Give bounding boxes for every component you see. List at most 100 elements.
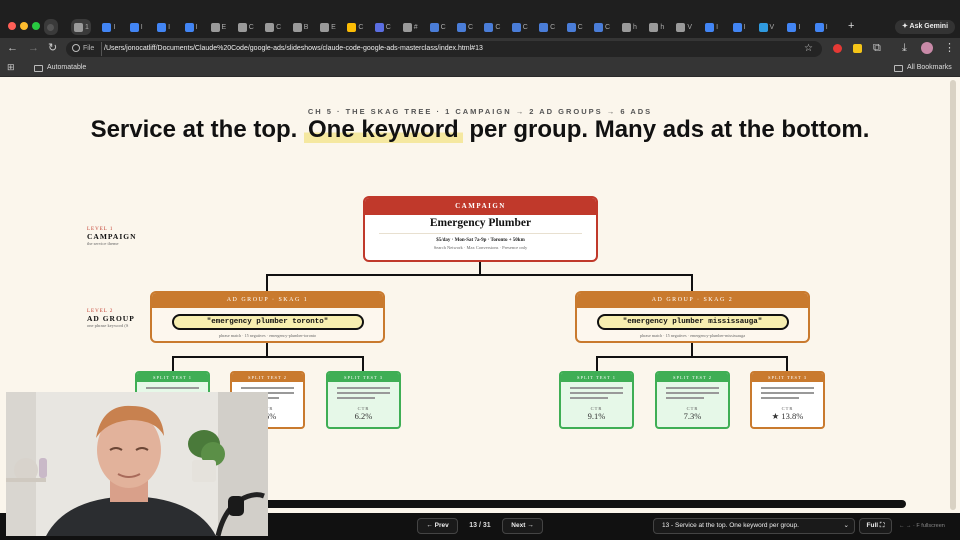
browser-tab[interactable]: h (647, 19, 667, 35)
tab-title: # (413, 23, 418, 31)
browser-tab[interactable]: C (482, 19, 502, 35)
tab-title: C (604, 23, 611, 31)
next-button[interactable]: Next → (502, 518, 543, 534)
new-tab-button[interactable]: + (848, 21, 854, 32)
browser-tab[interactable]: C (510, 19, 530, 35)
browser-tab[interactable]: B (291, 19, 311, 35)
ctr-value: 6.2% (354, 411, 373, 421)
browser-tab[interactable]: C (345, 19, 365, 35)
tab-favicon (676, 22, 686, 32)
ad-text-line (666, 397, 704, 399)
page-scrollbar[interactable] (950, 80, 956, 510)
download-icon[interactable]: ⤓ (902, 43, 907, 54)
tab-title: C (467, 23, 474, 31)
doc-icon (456, 22, 466, 32)
browser-tab[interactable]: C (263, 19, 283, 35)
browser-tab[interactable]: I (811, 19, 831, 35)
close-window-button[interactable] (8, 22, 16, 30)
browser-tab[interactable]: h (619, 19, 639, 35)
bookmark-folder-automatable[interactable]: Automatable (47, 64, 86, 71)
tab-title: E (221, 23, 227, 31)
browser-tab[interactable]: C (373, 19, 393, 35)
tab-favicon (402, 22, 412, 32)
browser-tab[interactable]: V (674, 19, 694, 35)
browser-tab[interactable]: I (99, 19, 119, 35)
fullscreen-button[interactable]: Full ⛶ (859, 518, 892, 534)
ad-group-details: phrase match · 15 negatives · emergency-… (639, 333, 746, 338)
browser-tab[interactable]: I (702, 19, 722, 35)
url-text[interactable]: /Users/jonocatliff/Documents/Claude%20Co… (104, 45, 483, 52)
browser-tab[interactable]: C (428, 19, 448, 35)
maximize-window-button[interactable] (32, 22, 40, 30)
tab-title: I (743, 23, 746, 31)
ad-group-header: AD GROUP · SKAG 1 (152, 293, 383, 308)
browser-tab[interactable]: V (756, 19, 776, 35)
browser-tab[interactable]: # (400, 19, 420, 35)
highlighter-extension-icon[interactable] (853, 44, 862, 53)
browser-tab[interactable]: I (126, 19, 146, 35)
doc-icon (484, 22, 494, 32)
browser-tab[interactable]: C (592, 19, 612, 35)
connector-line (266, 274, 693, 276)
url-scheme: File (83, 45, 95, 52)
webcam-person-image (6, 392, 268, 536)
browser-tab[interactable]: C (236, 19, 256, 35)
browser-tab[interactable]: C (455, 19, 475, 35)
connector-line (786, 356, 788, 371)
minimize-window-button[interactable] (20, 22, 28, 30)
campaign-node: CAMPAIGN Emergency Plumber $5/day · Mon-… (363, 196, 598, 262)
address-bar[interactable]: File /Users/jonocatliff/Documents/Claude… (66, 41, 822, 57)
prev-button[interactable]: ← Prev (417, 518, 458, 534)
browser-tab[interactable]: C (537, 19, 557, 35)
slide-select[interactable]: 13 - Service at the top. One keyword per… (653, 518, 855, 534)
google-icon (347, 22, 357, 32)
connector-line (691, 343, 693, 357)
tab-favicon (210, 22, 220, 32)
split-test-card: SPLIT TEST 1 CTR 9.1% (559, 371, 634, 429)
chevron-down-icon: ⌄ (843, 522, 849, 529)
browser-tab[interactable]: I (784, 19, 804, 35)
title-part-1: Service at the top. (90, 116, 298, 143)
ad-text-line (666, 392, 719, 394)
extensions-puzzle-icon[interactable]: ⧉ (873, 43, 881, 54)
tab-title: C (440, 23, 446, 31)
all-bookmarks-link[interactable]: All Bookmarks (907, 64, 952, 71)
tab-title: C (522, 23, 528, 31)
browser-tab[interactable]: I (154, 19, 174, 35)
ask-gemini-button[interactable]: ✦ Ask Gemini (895, 20, 955, 34)
tab-favicon (237, 22, 247, 32)
campaign-bidding: Search Network · Max Conversions · Prese… (433, 245, 528, 250)
browser-tab[interactable]: E (208, 19, 228, 35)
browser-window: 1 I I I I E C C B E C C # C C C C C C Ch h V I I V I I + ✦ Ask Gem… (0, 0, 960, 540)
tab-title: I (798, 23, 801, 31)
extension-icon[interactable] (833, 44, 842, 53)
forward-icon[interactable]: → (28, 43, 39, 54)
menu-icon[interactable]: ⋮ (944, 43, 955, 54)
tab-search-button[interactable] (44, 19, 58, 35)
browser-tab[interactable]: I (181, 19, 201, 35)
google-ads-icon (787, 22, 797, 32)
split-test-header: SPLIT TEST 3 (752, 373, 823, 382)
profile-avatar[interactable] (921, 42, 933, 54)
campaign-title: Emergency Plumber (429, 217, 532, 229)
info-icon[interactable] (72, 44, 80, 52)
connector-line (266, 274, 268, 291)
tab-title: E (331, 23, 336, 31)
tab-favicon (649, 22, 659, 32)
ask-gemini-label: Ask Gemini (909, 23, 949, 30)
reload-icon[interactable]: ↻ (48, 43, 57, 54)
title-highlight: One keyword (303, 116, 463, 143)
tab-title: V (769, 23, 775, 31)
split-test-header: SPLIT TEST 1 (561, 373, 632, 382)
browser-tab[interactable]: E (318, 19, 338, 35)
level-2-label: LEVEL 2 AD GROUP one phrase keyword (S (87, 309, 135, 328)
browser-tab[interactable]: C (565, 19, 585, 35)
browser-tab[interactable]: I (729, 19, 749, 35)
ad-text-line (666, 387, 719, 389)
google-ads-icon (732, 22, 742, 32)
bookmark-star-icon[interactable]: ☆ (804, 44, 813, 54)
back-icon[interactable]: ← (7, 43, 18, 54)
split-test-card: SPLIT TEST 3 CTR ★ 13.8% (750, 371, 825, 429)
apps-grid-icon[interactable]: ⊞ (7, 63, 15, 72)
browser-tab[interactable]: 1 (71, 19, 92, 35)
